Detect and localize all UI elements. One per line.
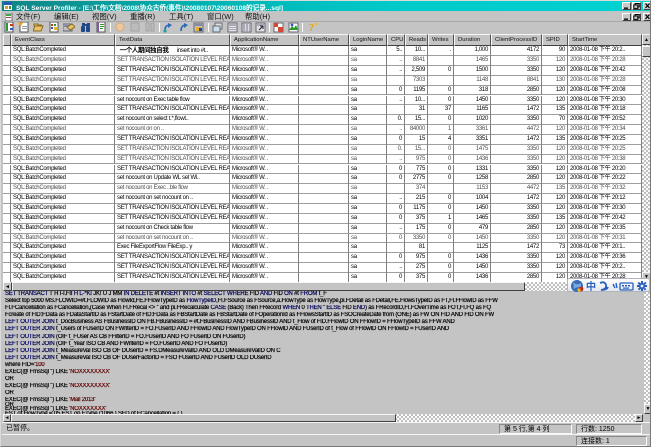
svg-text:中: 中	[586, 280, 596, 292]
svg-text:?: ?	[309, 23, 314, 33]
